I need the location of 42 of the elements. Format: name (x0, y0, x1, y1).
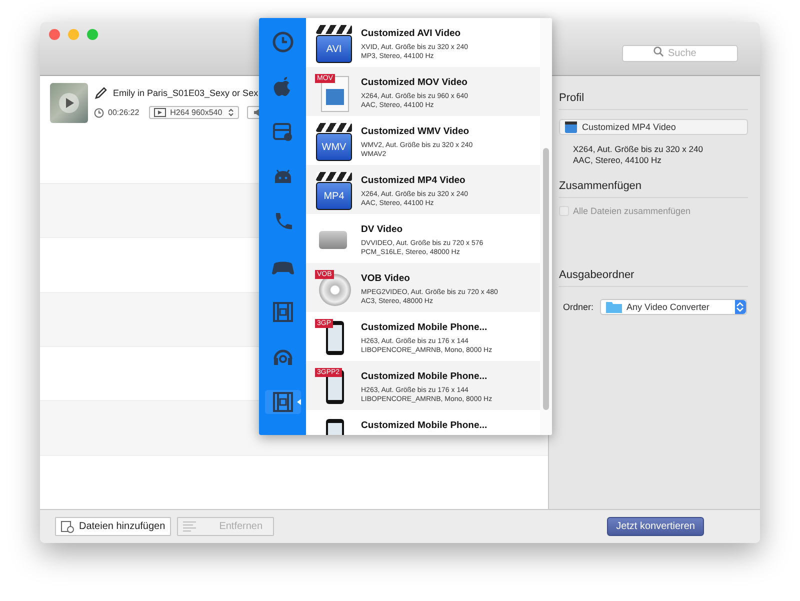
film-icon (270, 390, 294, 414)
section-heading: Profil (559, 92, 748, 110)
add-files-button[interactable]: Dateien hinzufügen (55, 517, 172, 536)
profile-title[interactable]: Customized Mobile Phone... (361, 371, 492, 382)
profile-title[interactable]: Customized MP4 Video (361, 175, 468, 186)
profile-title[interactable]: Customized AVI Video (361, 28, 468, 39)
profile-title[interactable]: VOB Video (361, 273, 498, 284)
folder-label: Ordner: (563, 302, 594, 312)
profile-selector[interactable]: Customized MP4 Video (559, 119, 748, 135)
category-tab[interactable] (264, 390, 300, 414)
profile-title[interactable]: Customized Mobile Phone... (361, 322, 492, 333)
video-icon (154, 108, 166, 118)
clock-icon (94, 108, 104, 118)
close-button[interactable] (49, 29, 60, 40)
format-dropdown[interactable]: H264 960x540 (149, 106, 240, 120)
convert-button[interactable]: Jetzt konvertieren (607, 517, 704, 536)
folder-dropdown[interactable]: Any Video Converter (600, 299, 747, 316)
folder-icon (606, 301, 622, 314)
drive-icon (270, 120, 294, 144)
checkbox-label: Alle Dateien zusammenfügen (573, 206, 691, 216)
profile-title[interactable]: Customized Mobile Phone... (361, 420, 488, 431)
search-icon (653, 46, 664, 57)
film-icon (270, 300, 294, 324)
section-heading: Zusammenfügen (559, 180, 748, 198)
pencil-icon[interactable] (94, 86, 108, 100)
profile-title[interactable]: DV Video (361, 224, 484, 235)
profile-details: X264, Aut. Größe bis zu 320 x 240 AAC, Stereo, 44100 Hz (572, 143, 704, 166)
zoom-button[interactable] (87, 29, 98, 40)
list-icon (183, 521, 196, 532)
video-thumbnail (50, 82, 88, 123)
add-file-icon (61, 520, 74, 532)
clock-icon (270, 30, 294, 54)
scrollbar-thumb[interactable] (543, 148, 549, 410)
stepper-icon[interactable] (734, 300, 746, 314)
clapperboard-icon (564, 120, 578, 134)
stepper-icon (228, 108, 234, 118)
profile-title[interactable]: Customized MOV Video (361, 77, 468, 88)
search-field[interactable]: Suche (622, 45, 738, 62)
file-name: Emily in Paris_S01E03_Sexy or Sex (113, 88, 258, 98)
duration-text: 00:26:22 (108, 108, 140, 118)
section-heading: Ausgabeordner (559, 269, 748, 288)
profile-title[interactable]: Customized WMV Video (361, 126, 473, 137)
